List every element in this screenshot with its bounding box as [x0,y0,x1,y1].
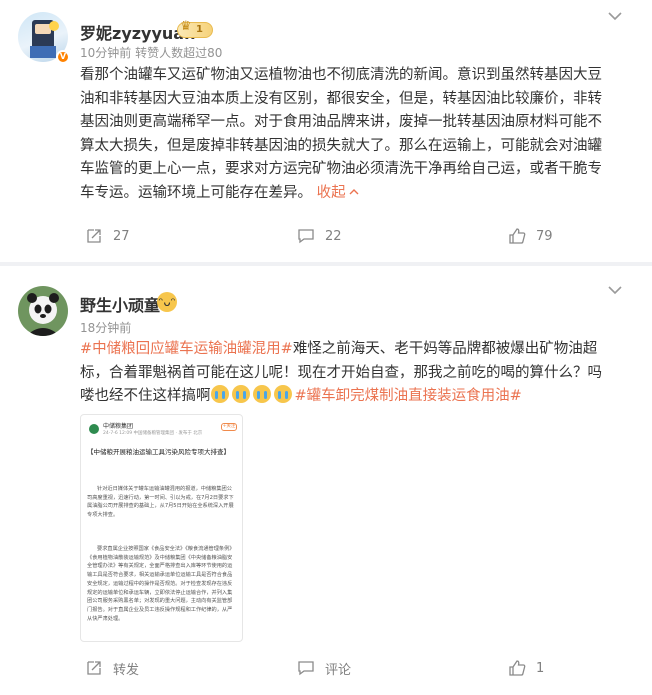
doc-title: 【中储粮开展粮油运输工具污染风险专项大排查】 [87,448,230,456]
level-badge[interactable]: ♛ 1 [177,19,213,38]
level-number: 1 [196,24,203,35]
avatar[interactable] [18,286,68,336]
repost-icon [87,229,101,243]
doc-org: 中储粮集团 [103,423,134,430]
post-card-1: V 罗妮zyzyyuan ♛ 1 10分钟前 转赞人数超过80 看那个油罐车又运… [0,0,652,262]
doc-paragraph: 针对近日媒体关于罐车运输油罐混用的报道，中储粮集团公司高度重视，迅速行动，第一时… [87,486,234,519]
comment-label: 评论 [325,662,352,678]
post-meta: 18分钟前 [80,321,132,335]
doc-header: 中储粮集团 24-7-6 12:09 中国储备粮管理集团 · 发布于 北京 +关… [87,421,239,439]
cry-emoji-icon [210,385,229,403]
chevron-up-icon [349,188,359,194]
smile-icon: ᵔᴗᵔ [157,292,177,312]
action-bar: 27 22 79 [0,221,652,251]
more-icon[interactable] [608,12,622,22]
doc-date: 24-7-6 12:09 中国储备粮管理集团 · 发布于 北京 [103,431,203,436]
comment-icon [298,661,314,676]
post-text: 看那个油罐车又运矿物油又运植物油也不彻底清洗的新闻。意识到虽然转基因大豆油和非转… [80,64,615,205]
username[interactable]: 野生小顽童 [80,292,160,316]
cry-emoji-icon [252,385,271,403]
doc-follow: +关注 [221,423,237,431]
hashtag-link[interactable]: #中储粮回应罐车运输油罐混用# [80,341,293,357]
post-text: #中储粮回应罐车运输油罐混用#难怪之前海天、老干妈等品牌都被爆出矿物油超标，合着… [80,338,615,409]
repost-label: 转发 [113,662,140,678]
collapse-link[interactable]: 收起 [317,185,359,201]
like-button[interactable]: 79 [508,221,553,251]
crown-icon: ♛ [180,19,192,34]
verified-icon: V [56,50,70,64]
repost-icon [87,661,101,675]
like-icon [509,660,526,676]
comment-button[interactable]: 评论 [297,653,351,683]
avatar-panda [18,286,68,336]
attached-image[interactable]: 中储粮集团 24-7-6 12:09 中国储备粮管理集团 · 发布于 北京 +关… [80,414,243,642]
repost-button[interactable]: 转发 [85,653,139,683]
comment-button[interactable]: 22 [297,221,342,251]
cry-emoji-icon [273,385,292,403]
cry-emoji-icon [231,385,250,403]
more-icon[interactable] [608,286,622,296]
hashtag-link[interactable]: #罐车卸完煤制油直接装运食用油# [295,388,522,404]
like-button[interactable]: 1 [508,653,544,683]
comment-count: 22 [325,228,342,244]
repost-button[interactable]: 27 [85,221,130,251]
post-text-content: 看那个油罐车又运矿物油又运植物油也不彻底清洗的新闻。意识到虽然转基因大豆油和非转… [80,67,602,201]
repost-count: 27 [113,228,130,244]
like-count: 79 [536,228,553,244]
collapse-label: 收起 [316,184,346,201]
action-bar: 转发 评论 1 [0,653,652,683]
org-logo-icon [89,424,99,434]
like-count: 1 [536,660,545,676]
comment-icon [298,229,314,244]
doc-paragraph: 要求直属企业按照国家《食品安全法》《粮食流通管理条例》《食用植物油散装运输规范》… [87,546,235,622]
like-icon [509,228,526,244]
post-meta: 10分钟前 转赞人数超过80 [80,46,223,60]
